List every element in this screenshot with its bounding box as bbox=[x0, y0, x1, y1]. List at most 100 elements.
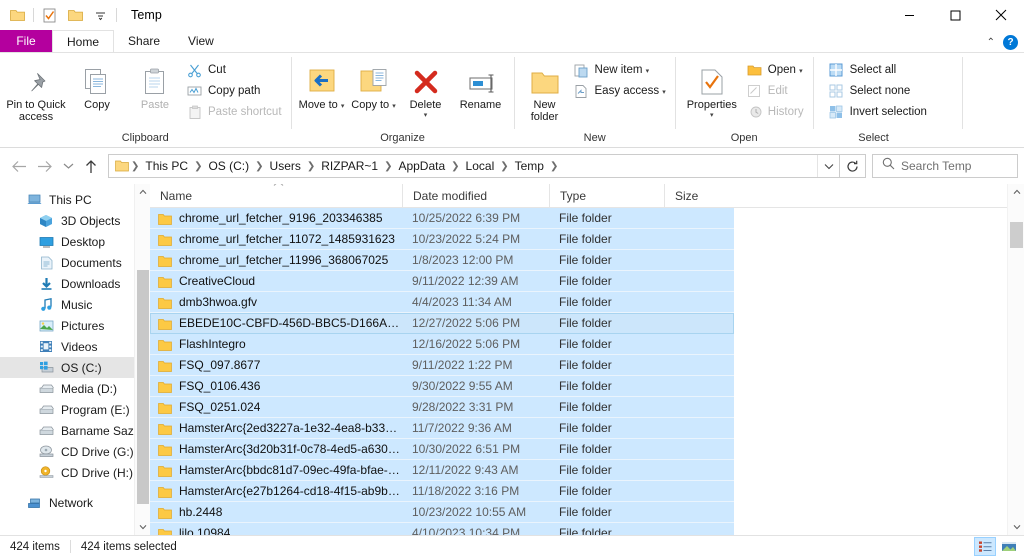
select-none-button[interactable]: Select none bbox=[826, 81, 932, 101]
sidebar-item-barname-sazi-f[interactable]: Barname Sazi (F: bbox=[0, 420, 150, 441]
help-icon[interactable]: ? bbox=[1003, 35, 1018, 50]
table-row[interactable]: FSQ_0106.436 9/30/2022 9:55 AM File fold… bbox=[150, 376, 734, 397]
pin-to-quick-access-button[interactable]: Pin to Quick access bbox=[4, 58, 68, 123]
column-header-date-modified[interactable]: Date modified bbox=[402, 184, 549, 208]
scroll-up-icon[interactable] bbox=[1008, 184, 1024, 200]
sidebar-item-cd-drive-h[interactable]: CD Drive (H:) bbox=[0, 462, 150, 483]
properties-icon bbox=[699, 62, 725, 96]
sidebar-item-desktop[interactable]: Desktop bbox=[0, 231, 150, 252]
sidebar-item-media-d[interactable]: Media (D:) bbox=[0, 378, 150, 399]
tab-home[interactable]: Home bbox=[52, 30, 115, 52]
new-folder-icon[interactable] bbox=[64, 4, 86, 26]
table-row[interactable]: HamsterArc{bbdc81d7-09ec-49fa-bfae-4… 12… bbox=[150, 460, 734, 481]
scroll-down-icon[interactable] bbox=[135, 519, 151, 535]
column-header-type[interactable]: Type bbox=[549, 184, 664, 208]
tab-file[interactable]: File bbox=[0, 30, 52, 52]
sidebar-item-videos[interactable]: Videos bbox=[0, 336, 150, 357]
copy-to-button[interactable]: Copy to ▾ bbox=[348, 58, 400, 113]
sidebar-item-network[interactable]: Network bbox=[0, 492, 150, 513]
table-row[interactable]: chrome_url_fetcher_11072_1485931623 10/2… bbox=[150, 229, 734, 250]
sidebar-item-pictures[interactable]: Pictures bbox=[0, 315, 150, 336]
chevron-up-icon[interactable]: ⌃ bbox=[987, 37, 995, 48]
scrollbar-thumb[interactable] bbox=[1010, 222, 1023, 248]
breadcrumb-users[interactable]: Users bbox=[265, 159, 306, 173]
breadcrumb-local[interactable]: Local bbox=[461, 159, 500, 173]
easy-access-button[interactable]: Easy access ▾ bbox=[571, 81, 671, 101]
breadcrumb-temp[interactable]: Temp bbox=[510, 159, 549, 173]
close-button[interactable] bbox=[978, 0, 1024, 30]
clipboard-small-commands: Cut Copy path Paste shortcut bbox=[184, 58, 287, 122]
copy-button[interactable]: Copy bbox=[68, 58, 126, 111]
tab-share[interactable]: Share bbox=[114, 30, 174, 52]
table-row[interactable]: EBEDE10C-CBFD-456D-BBC5-D166A5A2… 12/27/… bbox=[150, 313, 734, 334]
paste-button[interactable]: Paste bbox=[126, 58, 184, 111]
open-button[interactable]: Open ▾ bbox=[744, 60, 809, 80]
minimize-button[interactable] bbox=[886, 0, 932, 30]
file-name-cell: HamsterArc{e27b1264-cd18-4f15-ab9b-… bbox=[150, 481, 402, 502]
sidebar-scrollbar[interactable] bbox=[134, 184, 150, 535]
file-type-cell: File folder bbox=[559, 504, 612, 519]
breadcrumb-bar[interactable]: ❯ This PC ❯ OS (C:) ❯ Users ❯ RIZPAR~1 ❯… bbox=[108, 154, 840, 178]
maximize-button[interactable] bbox=[932, 0, 978, 30]
file-list-scrollbar[interactable] bbox=[1007, 184, 1024, 535]
delete-button[interactable]: Delete ▾ bbox=[400, 58, 452, 119]
breadcrumb-appdata[interactable]: AppData bbox=[393, 159, 450, 173]
new-folder-button[interactable]: New folder bbox=[519, 58, 571, 123]
folder-icon[interactable] bbox=[6, 4, 28, 26]
forward-button[interactable] bbox=[32, 153, 58, 179]
move-to-button[interactable]: Move to ▾ bbox=[296, 58, 348, 113]
table-row[interactable]: dmb3hwoa.gfv 4/4/2023 11:34 AM File fold… bbox=[150, 292, 734, 313]
breadcrumb-this-pc[interactable]: This PC bbox=[140, 159, 193, 173]
properties-button[interactable]: Properties ▾ bbox=[680, 58, 744, 119]
customize-dropdown-icon[interactable] bbox=[89, 4, 111, 26]
table-row[interactable]: chrome_url_fetcher_9196_203346385 10/25/… bbox=[150, 208, 734, 229]
address-dropdown-icon[interactable] bbox=[817, 155, 839, 177]
select-all-button[interactable]: Select all bbox=[826, 60, 932, 80]
sidebar-label: Network bbox=[49, 495, 94, 510]
large-icons-view-button[interactable] bbox=[998, 537, 1020, 556]
file-size-cell bbox=[664, 376, 738, 397]
scrollbar-thumb[interactable] bbox=[137, 270, 149, 504]
table-row[interactable]: CreativeCloud 9/11/2022 12:39 AM File fo… bbox=[150, 271, 734, 292]
sidebar-item-downloads[interactable]: Downloads bbox=[0, 273, 150, 294]
sidebar-item-program-e[interactable]: Program (E:) bbox=[0, 399, 150, 420]
back-button[interactable] bbox=[6, 153, 32, 179]
breadcrumb-user[interactable]: RIZPAR~1 bbox=[316, 159, 383, 173]
properties-checkmark-icon[interactable] bbox=[39, 4, 61, 26]
edit-button[interactable]: Edit bbox=[744, 81, 809, 101]
search-box[interactable]: Search Temp bbox=[872, 154, 1018, 178]
table-row[interactable]: HamsterArc{2ed3227a-1e32-4ea8-b336-… 11/… bbox=[150, 418, 734, 439]
table-row[interactable]: HamsterArc{e27b1264-cd18-4f15-ab9b-… 11/… bbox=[150, 481, 734, 502]
up-button[interactable] bbox=[78, 153, 104, 179]
table-row[interactable]: FlashIntegro 12/16/2022 5:06 PM File fol… bbox=[150, 334, 734, 355]
recent-locations-button[interactable] bbox=[58, 153, 78, 179]
cut-label: Cut bbox=[208, 64, 226, 76]
breadcrumb-os-c[interactable]: OS (C:) bbox=[203, 159, 254, 173]
sidebar-item-os-c[interactable]: OS (C:) bbox=[0, 357, 150, 378]
new-item-button[interactable]: New item ▾ bbox=[571, 60, 671, 80]
sidebar-item-this-pc[interactable]: This PC bbox=[0, 189, 150, 210]
column-header-name[interactable]: Name bbox=[150, 184, 402, 208]
table-row[interactable]: HamsterArc{3d20b31f-0c78-4ed5-a630-… 10/… bbox=[150, 439, 734, 460]
scroll-down-icon[interactable] bbox=[1008, 519, 1024, 535]
table-row[interactable]: FSQ_097.8677 9/11/2022 1:22 PM File fold… bbox=[150, 355, 734, 376]
table-row[interactable]: chrome_url_fetcher_11996_368067025 1/8/2… bbox=[150, 250, 734, 271]
table-row[interactable]: lilo.10984 4/10/2023 10:34 PM File folde… bbox=[150, 523, 734, 535]
rename-button[interactable]: Rename bbox=[452, 58, 510, 111]
sidebar-item-music[interactable]: Music bbox=[0, 294, 150, 315]
paste-shortcut-button[interactable]: Paste shortcut bbox=[184, 102, 287, 122]
invert-selection-button[interactable]: Invert selection bbox=[826, 102, 932, 122]
cut-button[interactable]: Cut bbox=[184, 60, 287, 80]
refresh-button[interactable] bbox=[840, 154, 866, 178]
copy-path-button[interactable]: Copy path bbox=[184, 81, 287, 101]
scroll-up-icon[interactable] bbox=[135, 184, 151, 200]
table-row[interactable]: FSQ_0251.024 9/28/2022 3:31 PM File fold… bbox=[150, 397, 734, 418]
tab-view[interactable]: View bbox=[174, 30, 228, 52]
sidebar-item-cd-drive-g[interactable]: CD Drive (G:) bbox=[0, 441, 150, 462]
column-header-size[interactable]: Size bbox=[664, 184, 738, 208]
history-button[interactable]: History bbox=[744, 102, 809, 122]
details-view-button[interactable] bbox=[974, 537, 996, 556]
sidebar-item-documents[interactable]: Documents bbox=[0, 252, 150, 273]
table-row[interactable]: hb.2448 10/23/2022 10:55 AM File folder bbox=[150, 502, 734, 523]
sidebar-item-3d-objects[interactable]: 3D Objects bbox=[0, 210, 150, 231]
